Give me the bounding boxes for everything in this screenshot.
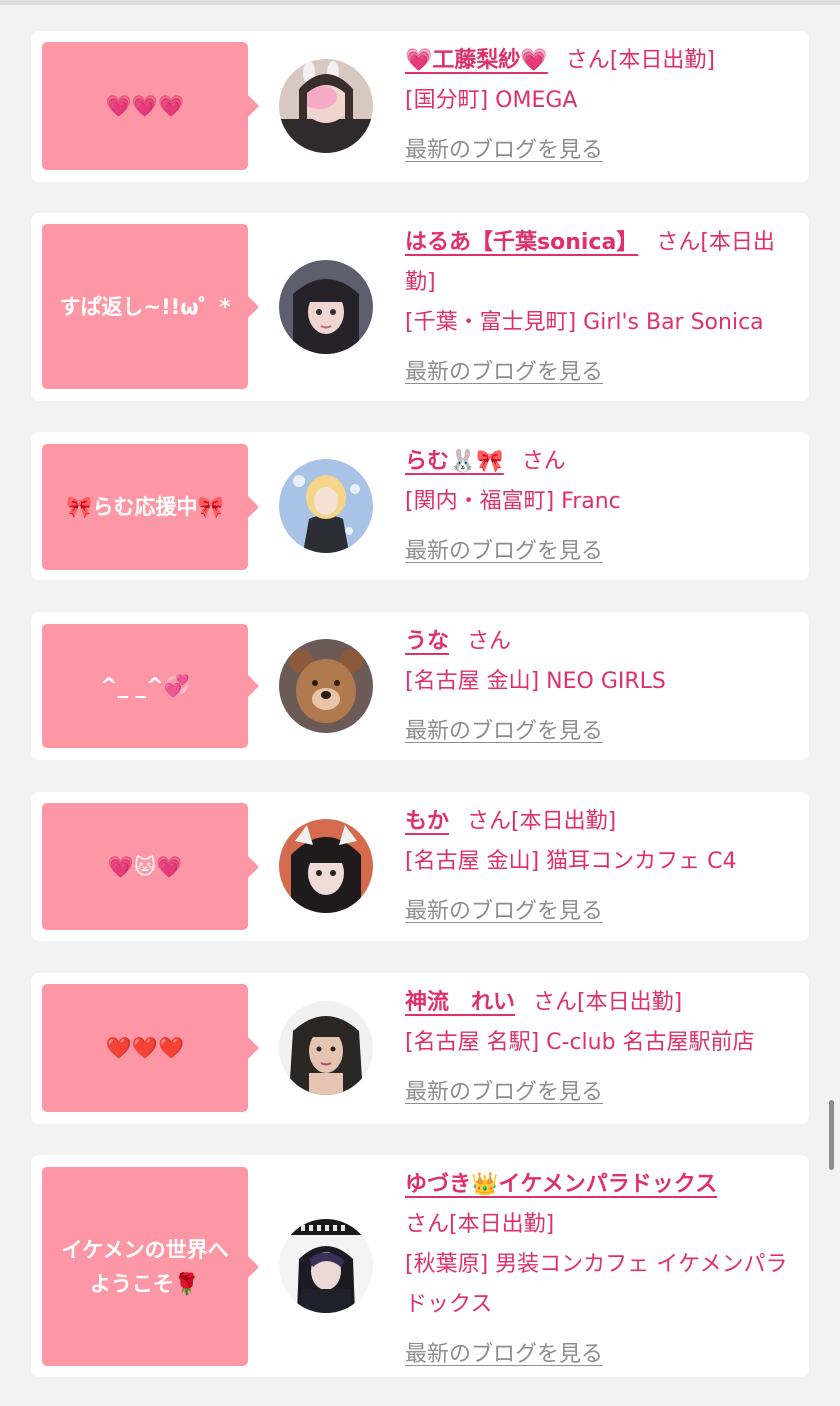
cheer-message: すぱ返し~!!ω゜* <box>59 294 231 319</box>
cast-card: ^_ _^💞 うな さん [名古屋 金山] NEO GIRLS 最新のブログを見る <box>31 612 809 760</box>
cheer-message: 💗💗💗 <box>105 94 185 118</box>
cast-card: 🎀らむ応援中🎀 らむ🐰🎀 さん [関内・福富町] Franc 最新のブログを見る <box>31 432 809 580</box>
shop-info: [秋葉原] 男装コンカフェ イケメンパラドックス <box>405 1252 788 1317</box>
attendance-status: [本日出勤] <box>577 990 683 1015</box>
cheer-message: イケメンの世界へ ようこそ🌹 <box>61 1237 229 1296</box>
attendance-status: [本日出勤] <box>449 1212 555 1237</box>
cheer-message: 💗🐱💗 <box>107 854 183 879</box>
cast-info: うな さん [名古屋 金山] NEO GIRLS 最新のブログを見る <box>405 622 800 752</box>
cheer-message: ❤️❤️❤️ <box>105 1036 185 1060</box>
latest-blog-link[interactable]: 最新のブログを見る <box>405 1073 800 1113</box>
cast-name-link[interactable]: 神流 れい <box>405 990 515 1015</box>
latest-blog-link[interactable]: 最新のブログを見る <box>405 712 800 752</box>
shop-info: [名古屋 金山] NEO GIRLS <box>405 669 666 694</box>
cast-name-link[interactable]: ゆづき👑イケメンパラドックス <box>405 1172 717 1197</box>
cast-title-line: 💗工藤梨紗💗 さん[本日出勤] <box>405 41 800 81</box>
latest-blog-link[interactable]: 最新のブログを見る <box>405 1335 800 1375</box>
cast-title-line: ゆづき👑イケメンパラドックス さん[本日出勤] <box>405 1165 800 1245</box>
cast-info: 💗工藤梨紗💗 さん[本日出勤] [国分町] OMEGA 最新のブログを見る <box>405 41 800 171</box>
latest-blog-link[interactable]: 最新のブログを見る <box>405 353 800 393</box>
cast-title-line: もか さん[本日出勤] <box>405 802 800 842</box>
cast-info: らむ🐰🎀 さん [関内・福富町] Franc 最新のブログを見る <box>405 442 800 572</box>
cheer-message: ^_ _^💞 <box>100 674 190 698</box>
cast-avatar[interactable] <box>279 639 373 733</box>
cast-name-link[interactable]: うな <box>405 629 449 654</box>
cheer-message-bubble: 🎀らむ応援中🎀 <box>42 444 259 570</box>
san-honorific: さん <box>521 449 566 474</box>
cheer-message-bubble: ❤️❤️❤️ <box>42 984 259 1112</box>
cast-title-line: 神流 れい さん[本日出勤] <box>405 983 800 1023</box>
latest-blog-link[interactable]: 最新のブログを見る <box>405 892 800 932</box>
cast-avatar[interactable] <box>279 819 373 913</box>
san-honorific: さん <box>405 1212 450 1237</box>
cheer-message-bubble: 💗💗💗 <box>42 42 259 170</box>
cast-avatar[interactable] <box>279 1219 373 1313</box>
cheer-message-bubble: イケメンの世界へ ようこそ🌹 <box>42 1167 259 1366</box>
shop-info: [名古屋 金山] 猫耳コンカフェ C4 <box>405 849 737 874</box>
top-divider <box>0 0 840 5</box>
cast-avatar[interactable] <box>279 1001 373 1095</box>
san-honorific: さん <box>467 809 512 834</box>
cast-name-link[interactable]: はるあ【千葉sonica】 <box>405 230 638 255</box>
cast-info: はるあ【千葉sonica】 さん[本日出勤] [千葉・富士見町] Girl's B… <box>405 223 800 393</box>
cast-avatar[interactable] <box>279 459 373 553</box>
cheer-message-bubble: ^_ _^💞 <box>42 624 259 748</box>
cast-title-line: らむ🐰🎀 さん <box>405 442 800 482</box>
cast-card: 💗💗💗 💗工藤梨紗💗 さん[本日出勤] [国分町] OMEGA 最新のブログを見る <box>31 31 809 182</box>
cast-avatar[interactable] <box>279 59 373 153</box>
attendance-status: [本日出勤] <box>511 809 617 834</box>
cast-name-link[interactable]: 💗工藤梨紗💗 <box>405 48 548 73</box>
cheer-message-bubble: すぱ返し~!!ω゜* <box>42 224 259 389</box>
shop-info: [関内・福富町] Franc <box>405 489 621 514</box>
latest-blog-link[interactable]: 最新のブログを見る <box>405 131 800 171</box>
cast-card: ❤️❤️❤️ 神流 れい さん[本日出勤] [名古屋 名駅] C-club 名古屋… <box>31 973 809 1124</box>
cheer-message: 🎀らむ応援中🎀 <box>66 495 224 519</box>
san-honorific: さん <box>467 629 512 654</box>
cast-title-line: はるあ【千葉sonica】 さん[本日出勤] <box>405 223 800 303</box>
san-honorific: さん <box>533 990 578 1015</box>
cast-card: イケメンの世界へ ようこそ🌹 ゆづき👑イケメンパラドックス さん[本日出勤] [秋… <box>31 1155 809 1377</box>
san-honorific: さん <box>565 48 610 73</box>
cast-info: 神流 れい さん[本日出勤] [名古屋 名駅] C-club 名古屋駅前店 最新の… <box>405 983 800 1113</box>
cast-card: すぱ返し~!!ω゜* はるあ【千葉sonica】 さん[本日出勤] [千葉・富士見… <box>31 213 809 401</box>
cast-name-link[interactable]: らむ🐰🎀 <box>405 449 504 474</box>
cheer-message-bubble: 💗🐱💗 <box>42 803 259 930</box>
shop-info: [名古屋 名駅] C-club 名古屋駅前店 <box>405 1030 755 1055</box>
latest-blog-link[interactable]: 最新のブログを見る <box>405 532 800 572</box>
scrollbar[interactable] <box>829 1100 834 1170</box>
cast-info: ゆづき👑イケメンパラドックス さん[本日出勤] [秋葉原] 男装コンカフェ イケメ… <box>405 1165 800 1375</box>
cast-title-line: うな さん <box>405 622 800 662</box>
san-honorific: さん <box>656 230 701 255</box>
shop-info: [国分町] OMEGA <box>405 88 578 113</box>
cast-card: 💗🐱💗 もか さん[本日出勤] [名古屋 金山] 猫耳コンカフェ C4 最新のブロ… <box>31 792 809 941</box>
shop-info: [千葉・富士見町] Girl's Bar Sonica <box>405 310 764 335</box>
cast-avatar[interactable] <box>279 260 373 354</box>
cast-info: もか さん[本日出勤] [名古屋 金山] 猫耳コンカフェ C4 最新のブログを見る <box>405 802 800 932</box>
cast-name-link[interactable]: もか <box>405 809 449 834</box>
attendance-status: [本日出勤] <box>609 48 715 73</box>
